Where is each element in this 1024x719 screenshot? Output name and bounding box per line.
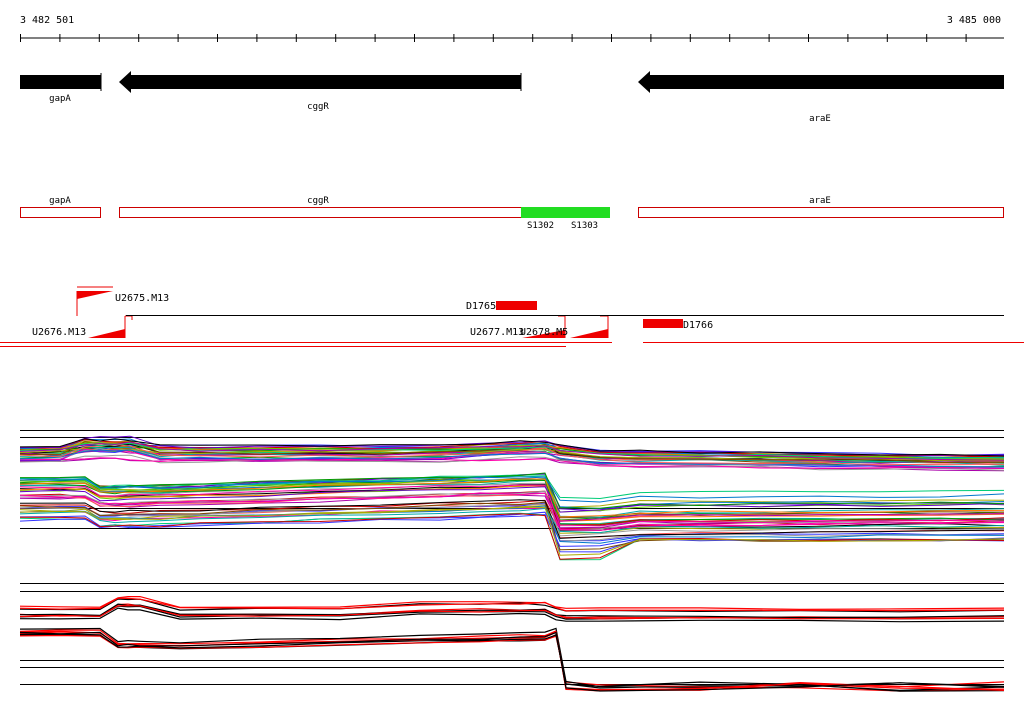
segment-label-s1302: S1302: [527, 221, 554, 231]
annotation-label-arae: araE: [809, 196, 831, 206]
annotation-label-cggr: cggR: [307, 196, 329, 206]
probe-label-u2676: U2676.M13: [32, 327, 86, 338]
annotation-box-gapa[interactable]: [20, 207, 101, 218]
genome-browser-view: 3 482 501 3 485 000 gapA cggR araE gapA …: [0, 0, 1024, 714]
gene-arrow-arae[interactable]: [638, 71, 1004, 93]
probe-d1765[interactable]: [496, 301, 537, 310]
probe-track: U2675.M13 U2676.M13 D1765 U2677.M13 U267…: [0, 286, 1024, 347]
ruler-start-label: 3 482 501: [20, 15, 74, 26]
profile-lines-1: [19, 435, 1005, 561]
probe-d1766[interactable]: [643, 319, 683, 328]
annotation-box-cggr[interactable]: [119, 207, 522, 218]
probe-label-u2675: U2675.M13: [115, 293, 169, 304]
segment-label-s1303: S1303: [571, 221, 598, 231]
gene-label-cggr: cggR: [307, 102, 329, 112]
probe-label-d1766: D1766: [683, 320, 713, 331]
probe-u2675[interactable]: [76, 286, 113, 316]
profile-plot-2: [19, 583, 1005, 692]
annotation-box-arae[interactable]: [638, 207, 1004, 218]
profile-lines-2: [19, 595, 1005, 692]
gene-label-gapa: gapA: [49, 94, 71, 104]
probe-u2676[interactable]: [88, 315, 133, 338]
probe-label-u2678: U2678.M5: [520, 327, 568, 338]
probe-label-u2677: U2677.M13: [470, 327, 524, 338]
segment-box[interactable]: [521, 207, 610, 218]
annotation-label-gapa: gapA: [49, 196, 71, 206]
ruler-end-label: 3 485 000: [947, 15, 1001, 26]
probe-u2678[interactable]: [570, 315, 609, 338]
gene-arrow-gapa[interactable]: [20, 73, 102, 91]
gene-arrow-cggr[interactable]: [119, 71, 522, 93]
coordinate-ruler: 3 482 501 3 485 000: [20, 15, 1004, 42]
probe-label-d1765: D1765: [466, 301, 496, 312]
genome-canvas: 3 482 501 3 485 000 gapA cggR araE gapA …: [0, 15, 1024, 692]
gene-arrow-track: gapA cggR araE: [20, 71, 1004, 124]
profile-plot-1: [19, 430, 1005, 561]
annotation-track: gapA cggR S1302 S1303 araE: [20, 196, 1004, 231]
gene-label-arae: araE: [809, 114, 831, 124]
